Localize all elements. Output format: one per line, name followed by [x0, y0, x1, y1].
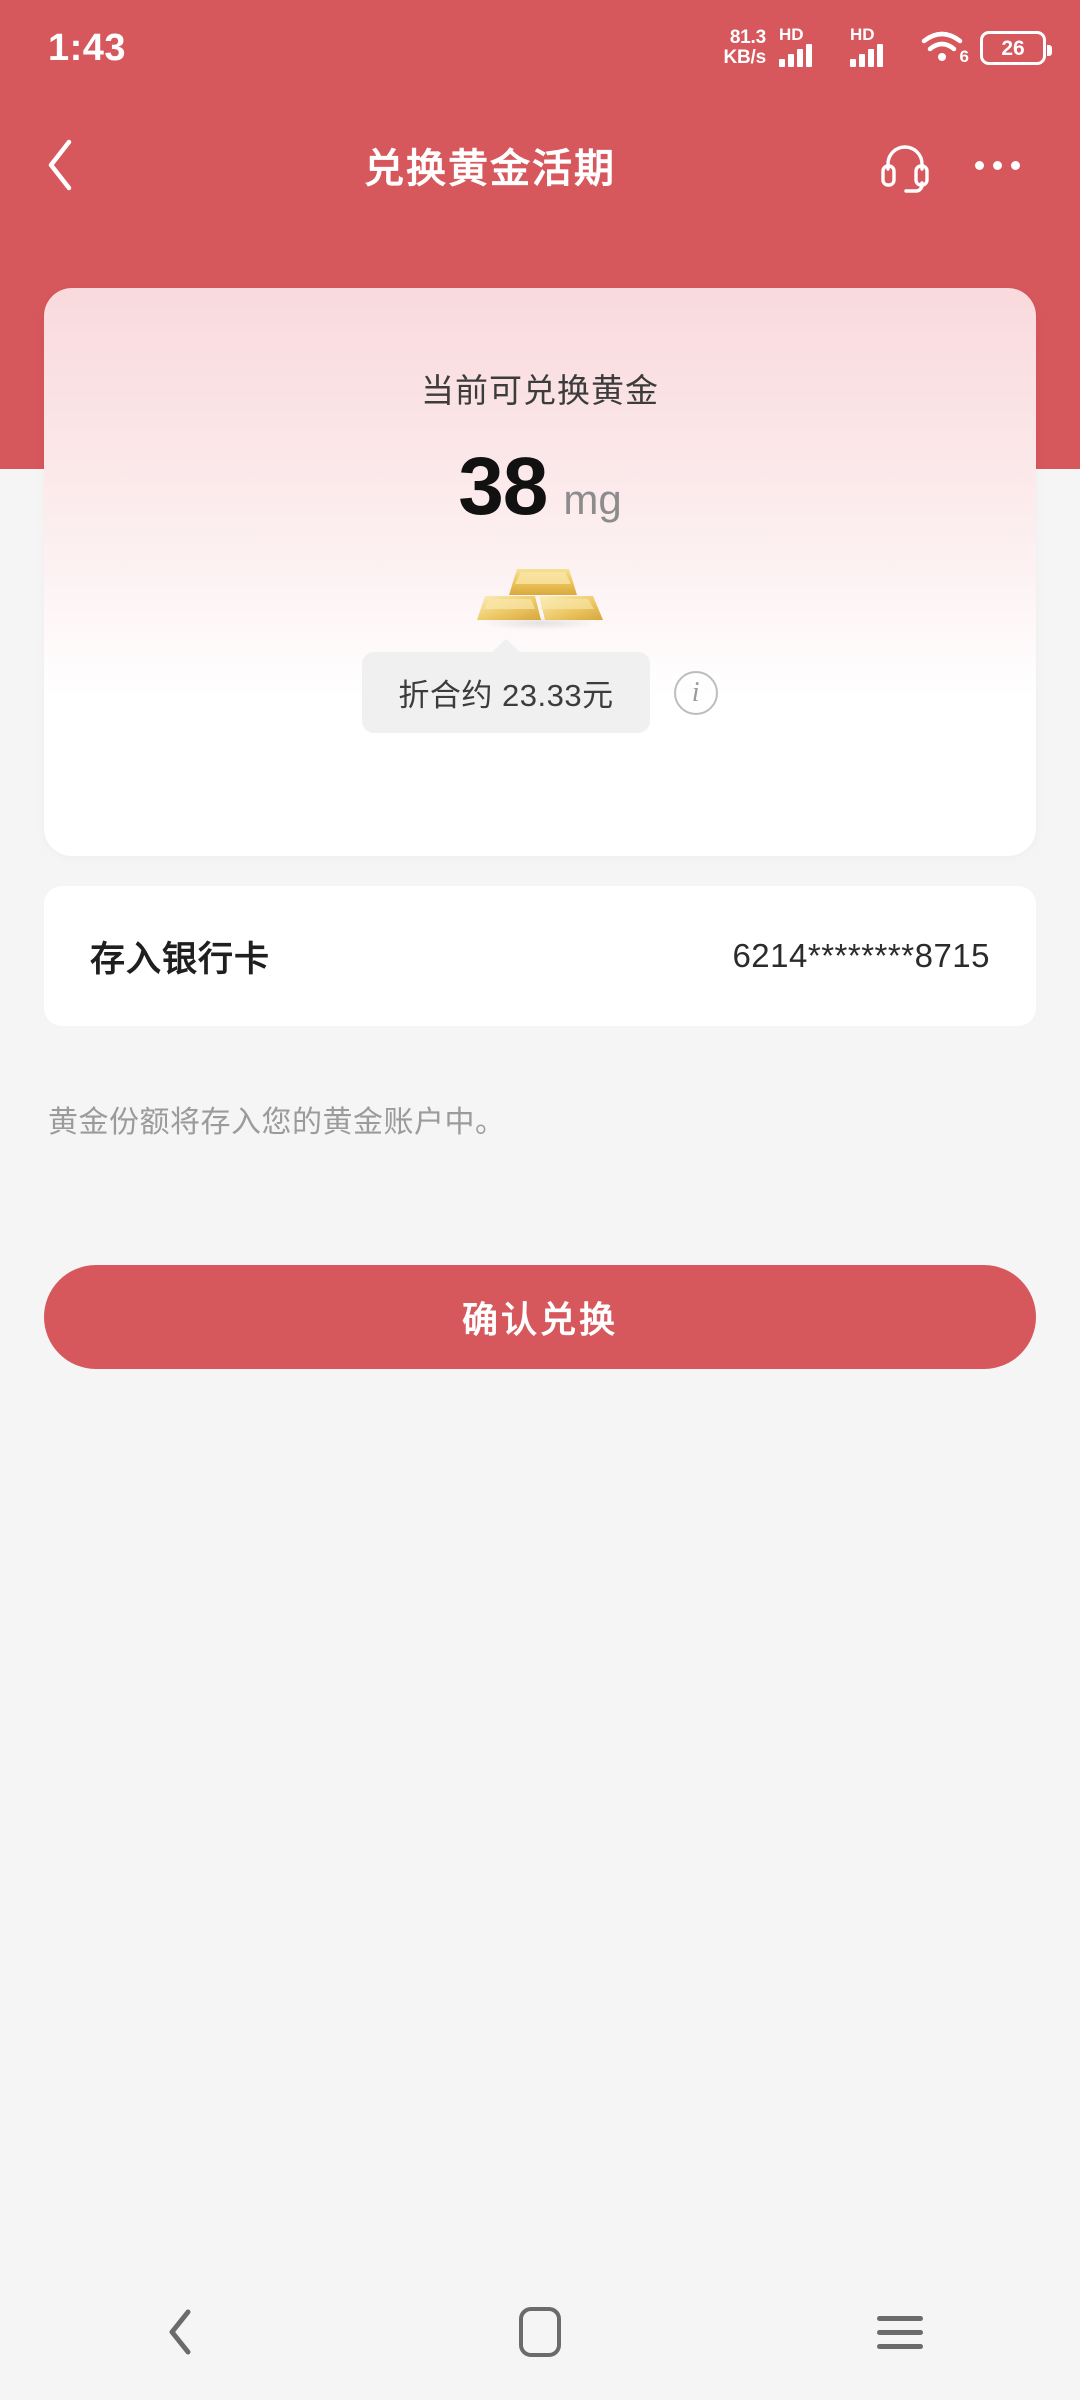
gold-bars-icon [477, 569, 603, 630]
gold-balance-card: 当前可兑换黄金 38 mg 折合约 23.33元 i [44, 288, 1036, 856]
header-actions [870, 130, 1080, 200]
home-square-icon [519, 2307, 561, 2357]
network-speed-unit: KB/s [723, 47, 767, 68]
gold-conversion-row: 折合约 23.33元 i [44, 652, 1036, 733]
more-horizontal-icon [974, 160, 1020, 170]
signal-sim1-icon: HD [779, 25, 837, 67]
wifi-generation-label: 6 [959, 47, 969, 66]
chevron-left-icon [48, 139, 72, 191]
deposit-bank-card-row[interactable]: 存入银行卡 6214********8715 [44, 886, 1036, 1026]
sim2-bars [850, 44, 883, 67]
battery-icon: 26 [980, 31, 1052, 65]
customer-support-button[interactable] [870, 130, 940, 200]
headset-icon [881, 145, 929, 193]
gold-conversion-chip: 折合约 23.33元 [362, 652, 650, 733]
status-clock: 1:43 [48, 26, 127, 69]
gold-amount-display: 38 mg [44, 446, 1036, 528]
gold-amount-value: 38 [458, 441, 548, 532]
phone-screen: 1:43 81.3 KB/s HD HD 6 26 兑换黄金活期 当前可兑换黄金… [0, 0, 1080, 2400]
network-speed-value: 81.3 [729, 27, 766, 48]
signal-sim2-icon: HD [850, 25, 908, 67]
sim2-hd-label: HD [850, 25, 875, 44]
bank-card-label: 存入银行卡 [90, 939, 271, 979]
status-bar: 1:43 81.3 KB/s HD HD 6 26 [0, 0, 1080, 96]
back-button[interactable] [0, 110, 120, 220]
app-header: 兑换黄金活期 [0, 110, 1080, 220]
bank-card-number: 6214********8715 [732, 937, 990, 974]
nav-recents-button[interactable] [820, 2264, 980, 2400]
status-icons: 81.3 KB/s HD HD 6 26 [724, 25, 1052, 68]
menu-lines-icon [877, 2315, 923, 2349]
sim1-bars [779, 44, 812, 67]
chevron-left-icon [169, 2309, 191, 2355]
gold-amount-unit: mg [563, 476, 622, 523]
nav-back-button[interactable] [100, 2264, 260, 2400]
network-speed-indicator: 81.3 KB/s [724, 28, 767, 68]
gold-bars-illustration [44, 560, 1036, 630]
sim1-hd-label: HD [779, 25, 804, 44]
android-nav-bar [0, 2264, 1080, 2400]
info-circle-icon[interactable]: i [673, 670, 718, 715]
deposit-note-text: 黄金份额将存入您的黄金账户中。 [48, 1106, 506, 1139]
confirm-exchange-button[interactable]: 确认兑换 [44, 1265, 1036, 1369]
nav-home-button[interactable] [460, 2264, 620, 2400]
gold-balance-label: 当前可兑换黄金 [421, 372, 659, 409]
more-options-button[interactable] [962, 130, 1032, 200]
wifi-icon: 6 [921, 29, 969, 67]
page-title: 兑换黄金活期 [364, 147, 616, 191]
battery-percent-label: 26 [1001, 36, 1025, 60]
